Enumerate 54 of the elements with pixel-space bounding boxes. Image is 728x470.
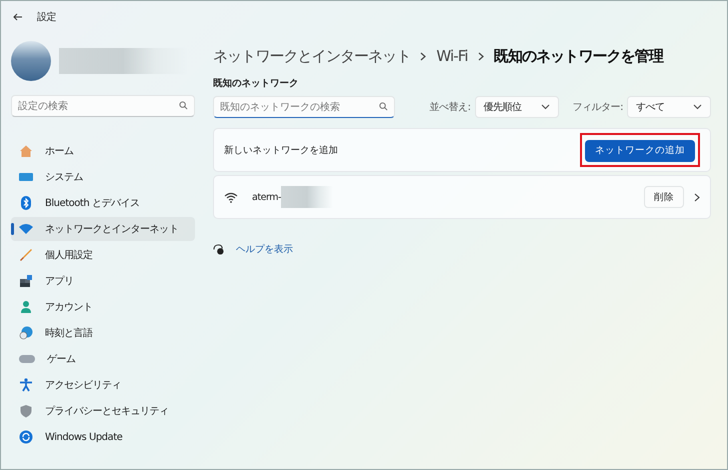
brush-icon xyxy=(19,248,33,262)
network-row[interactable]: aterm- 削除 xyxy=(213,175,711,219)
search-icon xyxy=(379,102,388,111)
globe-clock-icon xyxy=(19,326,33,340)
bluetooth-icon xyxy=(19,196,33,210)
gamepad-icon xyxy=(19,352,35,366)
chevron-right-icon xyxy=(420,52,426,60)
section-heading: 既知のネットワーク xyxy=(213,77,300,90)
filter-label: フィルター: xyxy=(572,101,623,114)
settings-search-field[interactable]: 設定の検索 xyxy=(11,95,195,117)
chevron-down-icon xyxy=(540,104,550,110)
update-icon xyxy=(19,430,33,444)
nav-item[interactable]: アカウント xyxy=(11,295,195,319)
home-icon xyxy=(19,144,33,158)
add-network-button[interactable]: ネットワークの追加 xyxy=(585,140,695,162)
monitor-icon xyxy=(19,170,33,184)
help-chat-icon xyxy=(213,244,224,255)
nav-item[interactable]: システム xyxy=(11,165,195,189)
chevron-right-icon[interactable] xyxy=(694,192,700,202)
blurred-network-name xyxy=(280,186,333,208)
avatar-photo-placeholder xyxy=(11,41,51,81)
page-title: 既知のネットワークを管理 xyxy=(494,46,663,66)
accessibility-icon xyxy=(19,378,33,392)
selection-indicator xyxy=(11,223,14,235)
network-name: aterm- xyxy=(252,192,281,202)
help-link[interactable]: ヘルプを表示 xyxy=(236,243,294,256)
add-network-label: 新しいネットワークを追加 xyxy=(224,144,340,156)
nav-item[interactable]: Windows Update xyxy=(11,425,195,449)
breadcrumb-link[interactable]: ネットワークとインターネット xyxy=(213,46,410,66)
back-arrow-icon[interactable] xyxy=(13,13,23,21)
apps-icon xyxy=(19,274,33,288)
filter-dropdown[interactable]: すべて xyxy=(627,96,711,118)
nav-item[interactable]: Bluetooth とデバイス xyxy=(11,191,195,215)
nav-item[interactable]: アクセシビリティ xyxy=(11,373,195,397)
window-title: 設定 xyxy=(37,10,56,24)
sort-dropdown[interactable]: 優先順位 xyxy=(474,96,558,118)
delete-button[interactable]: 削除 xyxy=(644,186,684,208)
wifi-icon xyxy=(224,192,238,202)
sort-label: 並べ替え: xyxy=(430,100,470,114)
nav-item[interactable]: ホーム xyxy=(11,139,195,163)
breadcrumb-link[interactable]: Wi-Fi xyxy=(436,47,468,65)
network-search-field[interactable]: 既知のネットワークの検索 xyxy=(213,96,395,118)
chevron-right-icon xyxy=(478,52,484,60)
nav-item[interactable]: 時刻と言語 xyxy=(11,321,195,345)
nav-item[interactable]: ネットワークとインターネット xyxy=(11,217,195,241)
person-icon xyxy=(19,300,33,314)
wifi-icon xyxy=(19,222,33,236)
chevron-down-icon xyxy=(693,104,702,110)
nav-item[interactable]: プライバシーとセキュリティ xyxy=(11,399,195,423)
nav-item[interactable]: アプリ xyxy=(11,269,195,293)
nav-item[interactable]: 個人用設定 xyxy=(11,243,195,267)
search-icon xyxy=(179,101,188,110)
nav-item[interactable]: ゲーム xyxy=(11,347,195,371)
shield-icon xyxy=(19,404,33,418)
